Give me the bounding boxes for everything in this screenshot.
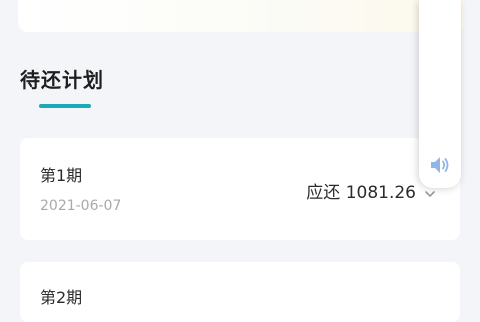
period-label: 第2期 <box>40 288 83 307</box>
floating-side-panel[interactable] <box>419 0 461 188</box>
amount-text: 应还 1081.26 <box>306 183 416 203</box>
speaker-icon[interactable] <box>429 154 453 176</box>
section-title: 待还计划 <box>20 68 104 92</box>
amount-due[interactable]: 应还 1081.26 <box>306 178 436 203</box>
plan-item-2[interactable]: 第2期 <box>20 262 460 322</box>
summary-card <box>18 0 464 32</box>
section-title-underline <box>39 104 91 108</box>
plan-item-1[interactable]: 第1期 2021-06-07 应还 1081.26 <box>20 138 460 240</box>
due-date: 2021-06-07 <box>40 198 122 214</box>
period-label: 第1期 <box>40 166 83 185</box>
